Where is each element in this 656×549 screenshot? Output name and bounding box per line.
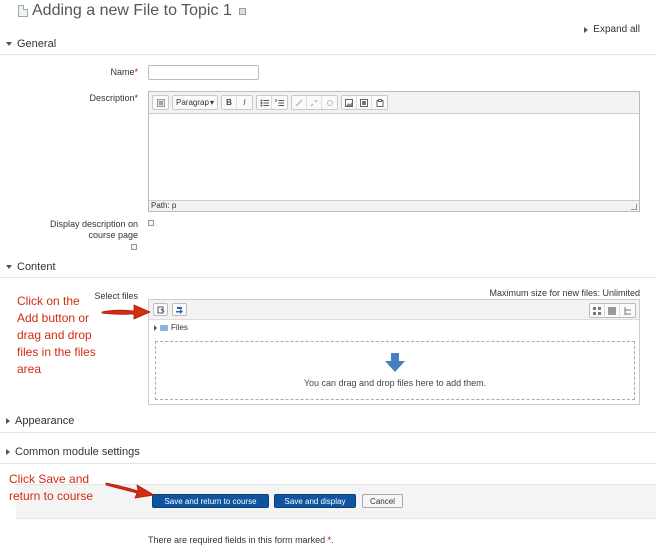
drop-zone[interactable]: You can drag and drop files here to add … [155, 341, 635, 400]
help-icon[interactable] [238, 7, 246, 15]
numbered-list-button[interactable] [272, 96, 287, 109]
link-group [291, 95, 338, 110]
display-description-checkbox[interactable] [148, 220, 154, 226]
display-description-label: Display description on course page [49, 219, 138, 240]
annotation-arrow-icon [101, 304, 151, 320]
folder-icon [160, 324, 168, 331]
section-divider [0, 277, 656, 278]
list-icon [156, 98, 165, 107]
add-file-icon [157, 306, 164, 313]
description-editor[interactable]: Paragrap ▾ B I Path: p [148, 91, 640, 212]
file-manager-path[interactable]: Files [154, 323, 188, 332]
list-view-button[interactable] [605, 304, 620, 317]
icon-view-button[interactable] [590, 304, 605, 317]
required-mark: * [134, 67, 138, 77]
name-label: Name* [110, 67, 138, 77]
add-file-button[interactable] [153, 303, 168, 316]
image-icon [345, 98, 353, 107]
insert-image-button[interactable] [342, 96, 357, 109]
italic-button[interactable]: I [237, 96, 252, 109]
download-icon [176, 306, 183, 314]
download-button[interactable] [172, 303, 187, 316]
toolbar-toggle-button[interactable] [153, 96, 168, 109]
required-mark: * [134, 93, 138, 103]
page-title: Adding a new File to Topic 1 [32, 2, 232, 19]
section-common-module-header[interactable]: Common module settings [6, 446, 656, 458]
bullet-list-button[interactable] [257, 96, 272, 109]
save-and-return-button[interactable]: Save and return to course [152, 494, 269, 508]
collapse-triangle-icon [6, 265, 12, 269]
resize-grip-icon[interactable] [631, 204, 637, 210]
section-content-label: Content [17, 261, 56, 273]
chevron-down-icon: ▾ [209, 98, 214, 107]
display-description-help-icon[interactable] [131, 244, 137, 250]
unlink-icon [310, 98, 318, 107]
link-icon [295, 98, 303, 107]
media-icon [360, 98, 368, 107]
numbered-list-icon [275, 98, 284, 106]
editor-path-text: Path: p [151, 201, 177, 210]
description-label: Description* [89, 93, 138, 103]
text-style-group: B I [221, 95, 253, 110]
section-general-header[interactable]: General [6, 38, 656, 50]
paragraph-format-select[interactable]: Paragrap ▾ [172, 95, 218, 110]
anchor-icon [326, 99, 333, 106]
document-icon [18, 5, 28, 17]
tree-view-button[interactable] [620, 304, 635, 317]
file-manager: Files You can drag and drop files here t… [148, 299, 640, 405]
unlink-button[interactable] [307, 96, 322, 109]
page-header: Adding a new File to Topic 1 [18, 2, 246, 20]
section-appearance-label: Appearance [15, 415, 75, 427]
list-view-icon [608, 306, 616, 315]
anchor-button[interactable] [322, 96, 337, 109]
files-icon [376, 98, 383, 107]
link-button[interactable] [292, 96, 307, 109]
expand-triangle-icon [584, 26, 589, 33]
annotation-arrow-icon [105, 482, 156, 499]
expand-triangle-icon [6, 449, 10, 455]
required-fields-note: There are required fields in this form m… [148, 535, 334, 545]
section-divider [0, 432, 656, 433]
insert-media-button[interactable] [357, 96, 372, 109]
manage-files-button[interactable] [372, 96, 387, 109]
tree-view-icon [624, 306, 631, 315]
drop-zone-text: You can drag and drop files here to add … [303, 378, 487, 388]
section-content-header[interactable]: Content [6, 261, 656, 273]
max-size-text: Maximum size for new files: Unlimited [489, 288, 640, 298]
grid-icon [593, 306, 601, 315]
editor-toolbar: Paragrap ▾ B I [149, 92, 639, 114]
section-appearance-header[interactable]: Appearance [6, 415, 656, 427]
bold-button[interactable]: B [222, 96, 237, 109]
annotation-save: Click Save and return to course [9, 472, 94, 503]
section-common-module-label: Common module settings [15, 446, 140, 458]
expand-all-link[interactable]: Expand all [584, 24, 640, 35]
section-divider [0, 54, 656, 55]
cancel-button[interactable]: Cancel [362, 494, 403, 508]
toolbar-toggle-group [152, 95, 169, 110]
view-mode-group [589, 303, 636, 318]
expand-triangle-icon [154, 324, 157, 331]
media-group [341, 95, 388, 110]
collapse-triangle-icon [6, 42, 12, 46]
expand-all-label: Expand all [593, 24, 640, 35]
section-divider [0, 463, 656, 464]
file-manager-toolbar [149, 300, 639, 320]
name-input[interactable] [148, 65, 259, 80]
annotation-add-files: Click on the Add button or drag and drop… [17, 294, 96, 376]
list-group [256, 95, 288, 110]
path-label: Files [171, 323, 188, 332]
drop-arrow-icon [385, 353, 405, 372]
bullet-list-icon [260, 99, 269, 106]
save-and-display-button[interactable]: Save and display [274, 494, 356, 508]
expand-triangle-icon [6, 418, 10, 424]
section-general-label: General [17, 38, 57, 50]
editor-path-bar: Path: p [149, 200, 639, 211]
